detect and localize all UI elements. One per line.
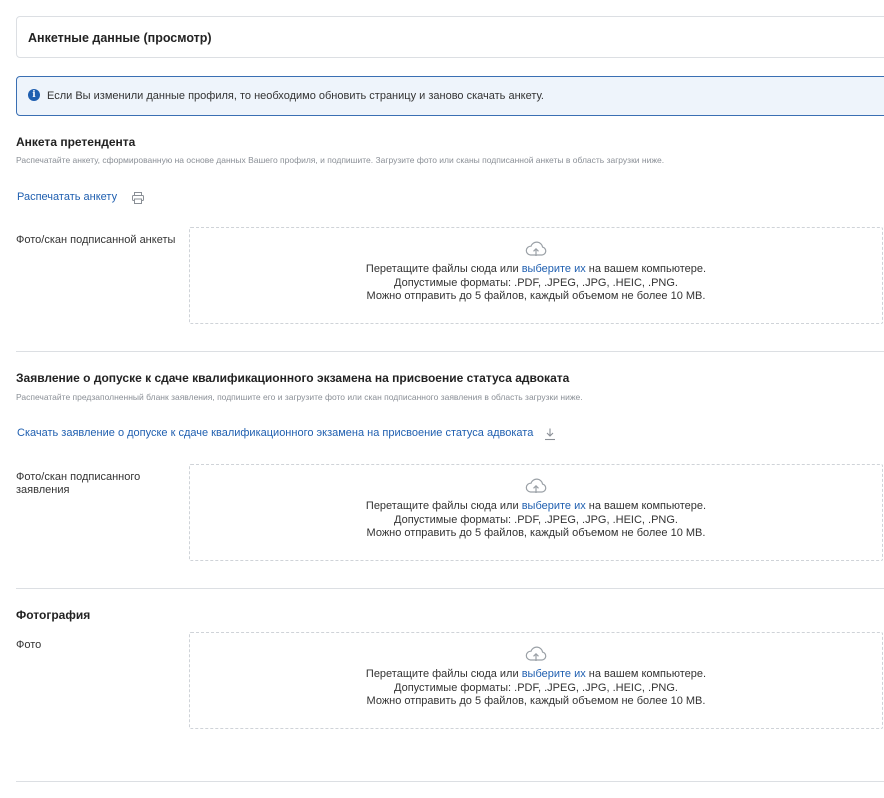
printer-icon[interactable] <box>131 191 145 205</box>
cloud-upload-icon <box>525 241 547 256</box>
dropzone-limits: Можно отправить до 5 файлов, каждый объе… <box>366 695 706 707</box>
choose-files-link[interactable]: выберите их <box>522 263 586 275</box>
cloud-upload-icon <box>525 478 547 493</box>
dropzone-formats: Допустимые форматы: .PDF, .JPEG, .JPG, .… <box>394 276 678 289</box>
section-description-application: Распечатайте предзаполненный бланк заявл… <box>16 392 583 402</box>
field-label-photo: Фото <box>16 639 42 651</box>
field-label-application-scan: Фото/скан подписанного заявления <box>16 471 141 496</box>
dropzone-text: Перетащите файлы сюда или выберите их на… <box>190 500 882 541</box>
cloud-upload-icon <box>525 646 547 661</box>
dropzone-photo[interactable]: Перетащите файлы сюда или выберите их на… <box>189 632 883 729</box>
info-icon: i <box>28 89 40 101</box>
section-description-questionnaire: Распечатайте анкету, сформированную на о… <box>16 155 665 165</box>
dropzone-formats: Допустимые форматы: .PDF, .JPEG, .JPG, .… <box>394 513 678 526</box>
print-questionnaire-link[interactable]: Распечатать анкету <box>17 191 117 203</box>
download-icon[interactable] <box>543 427 557 441</box>
dropzone-instruction: Перетащите файлы сюда или <box>365 263 522 275</box>
dropzone-application[interactable]: Перетащите файлы сюда или выберите их на… <box>189 464 883 561</box>
section-title-photo: Фотография <box>16 608 91 622</box>
section-divider <box>16 351 884 352</box>
section-divider <box>16 588 884 589</box>
field-label-questionnaire-scan: Фото/скан подписанной анкеты <box>16 234 176 246</box>
dropzone-instruction-end: на вашем компьютере. <box>585 263 707 275</box>
section-divider <box>16 781 884 782</box>
page-title: Анкетные данные (просмотр) <box>28 31 212 45</box>
choose-files-link[interactable]: выберите их <box>522 668 586 680</box>
dropzone-limits: Можно отправить до 5 файлов, каждый объе… <box>366 290 706 302</box>
dropzone-instruction-end: на вашем компьютере. <box>585 500 707 512</box>
dropzone-instruction: Перетащите файлы сюда или <box>365 500 522 512</box>
dropzone-questionnaire[interactable]: Перетащите файлы сюда или выберите их на… <box>189 227 883 324</box>
info-text: Если Вы изменили данные профиля, то необ… <box>47 90 544 102</box>
dropzone-text: Перетащите файлы сюда или выберите их на… <box>190 263 882 304</box>
header-card: Анкетные данные (просмотр) <box>16 16 884 58</box>
dropzone-instruction-end: на вашем компьютере. <box>585 668 707 680</box>
section-title-questionnaire: Анкета претендента <box>16 135 136 149</box>
info-banner: i Если Вы изменили данные профиля, то не… <box>16 76 884 116</box>
dropzone-instruction: Перетащите файлы сюда или <box>365 668 522 680</box>
section-title-application: Заявление о допуске к сдаче квалификацио… <box>16 371 570 385</box>
dropzone-text: Перетащите файлы сюда или выберите их на… <box>190 668 882 709</box>
choose-files-link[interactable]: выберите их <box>522 500 586 512</box>
dropzone-limits: Можно отправить до 5 файлов, каждый объе… <box>366 527 706 539</box>
download-application-link[interactable]: Скачать заявление о допуске к сдаче квал… <box>17 427 533 439</box>
dropzone-formats: Допустимые форматы: .PDF, .JPEG, .JPG, .… <box>394 681 678 694</box>
